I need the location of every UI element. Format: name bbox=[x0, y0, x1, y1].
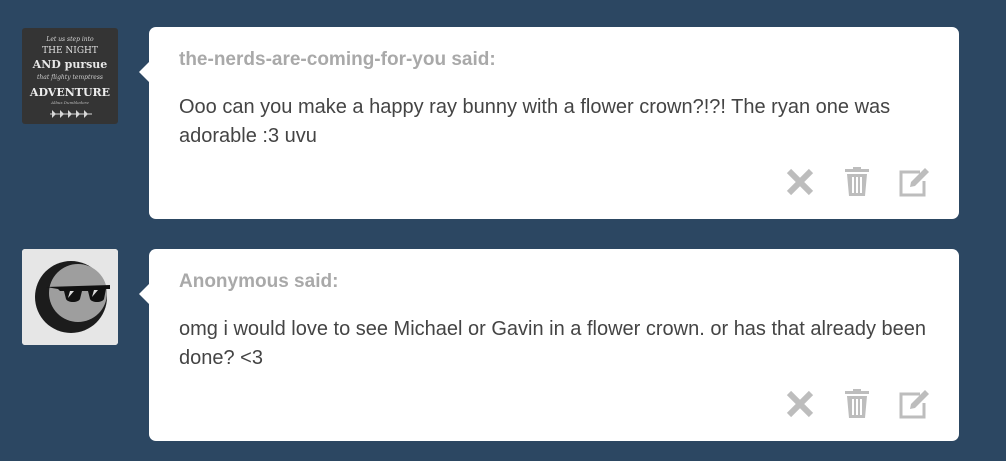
avatar-quote-line: AND pursue bbox=[32, 58, 108, 71]
avatar-quote-line: ADVENTURE bbox=[29, 86, 110, 99]
answer-button[interactable] bbox=[897, 165, 931, 199]
x-icon bbox=[786, 390, 814, 418]
answer-button[interactable] bbox=[897, 387, 931, 421]
edit-icon bbox=[899, 168, 929, 197]
avatar-quote-line: THE NIGHT bbox=[42, 46, 98, 56]
ask-bubble: Anonymous said: omg i would love to see … bbox=[139, 249, 959, 441]
avatar-quote-line: Let us step into bbox=[45, 36, 94, 43]
question-text: omg i would love to see Michael or Gavin… bbox=[179, 318, 927, 369]
trash-icon bbox=[845, 167, 869, 196]
ask-actions bbox=[783, 387, 931, 421]
asker-name: Anonymous said: bbox=[179, 271, 339, 292]
ask-bubble: the-nerds-are-coming-for-you said: Ooo c… bbox=[139, 27, 959, 219]
asker-name[interactable]: the-nerds-are-coming-for-you said: bbox=[179, 49, 496, 71]
ignore-button[interactable] bbox=[783, 387, 817, 421]
asker-avatar[interactable] bbox=[22, 249, 118, 345]
asker-avatar[interactable]: Let us step into THE NIGHT AND pursue th… bbox=[22, 28, 118, 124]
question-text: Ooo can you make a happy ray bunny with … bbox=[179, 96, 891, 147]
delete-button[interactable] bbox=[840, 387, 874, 421]
ignore-button[interactable] bbox=[783, 165, 817, 199]
avatar-quote-line: Albus Dumbledore bbox=[50, 100, 89, 105]
chalkboard-quote-image: Let us step into THE NIGHT AND pursue th… bbox=[22, 28, 118, 124]
trash-icon bbox=[845, 389, 869, 418]
avatar-quote-line: that flighty temptress bbox=[37, 74, 103, 81]
delete-button[interactable] bbox=[840, 165, 874, 199]
x-icon bbox=[786, 168, 814, 196]
edit-icon bbox=[899, 390, 929, 419]
ask-actions bbox=[783, 165, 931, 199]
anonymous-sunglasses-icon bbox=[22, 249, 118, 345]
